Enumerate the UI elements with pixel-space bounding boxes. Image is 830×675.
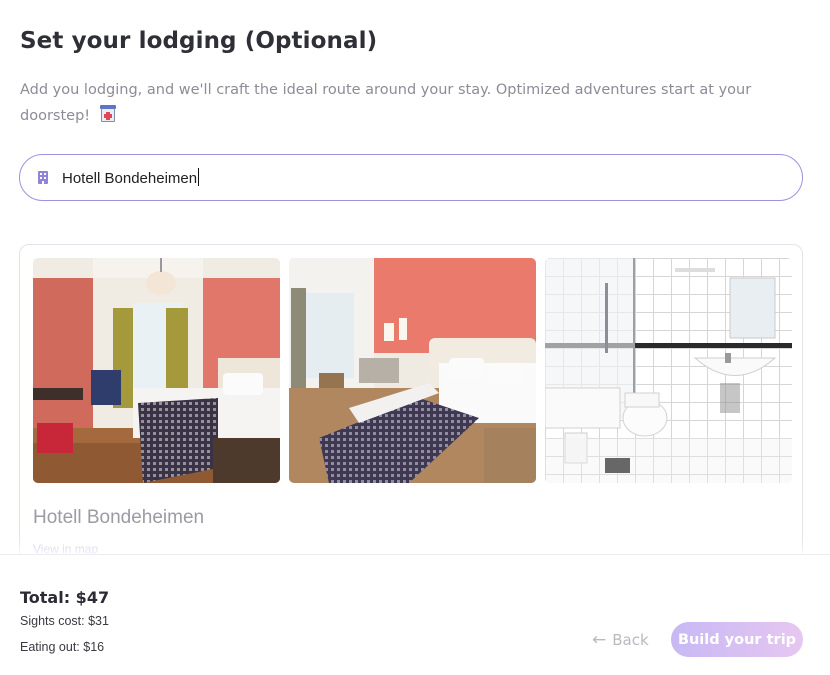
hotel-emoji-icon (99, 105, 117, 123)
build-trip-label: Build your trip (677, 631, 797, 648)
hotel-room-photo[interactable] (289, 258, 536, 483)
bathroom-photo[interactable] (545, 258, 792, 483)
hotel-name: Hotell Bondeheimen (33, 507, 205, 528)
back-button[interactable]: ← Back (592, 630, 649, 650)
photo-gallery (33, 258, 792, 483)
page-subtitle: Add you lodging, and we'll craft the ide… (20, 77, 800, 129)
text-caret (198, 168, 200, 186)
lodging-search-field[interactable]: Hotell Bondeheimen (19, 154, 803, 201)
hotel-room-photo[interactable] (33, 258, 280, 483)
lodging-result-card[interactable]: Hotell Bondeheimen View in map (19, 244, 803, 584)
sights-cost: Sights cost: $31 (20, 614, 109, 628)
subtitle-text: Add you lodging, and we'll craft the ide… (20, 82, 752, 124)
build-trip-button[interactable]: Build your trip (671, 622, 803, 657)
arrow-left-icon: ← (592, 630, 607, 650)
page-title: Set your lodging (Optional) (20, 28, 378, 54)
lodging-search-input[interactable]: Hotell Bondeheimen (62, 170, 197, 187)
eating-cost: Eating out: $16 (20, 640, 105, 654)
total-cost: Total: $47 (20, 588, 110, 607)
footer-bar: Total: $47 Sights cost: $31 Eating out: … (0, 554, 830, 675)
back-label: Back (612, 631, 649, 649)
building-icon (37, 170, 49, 185)
